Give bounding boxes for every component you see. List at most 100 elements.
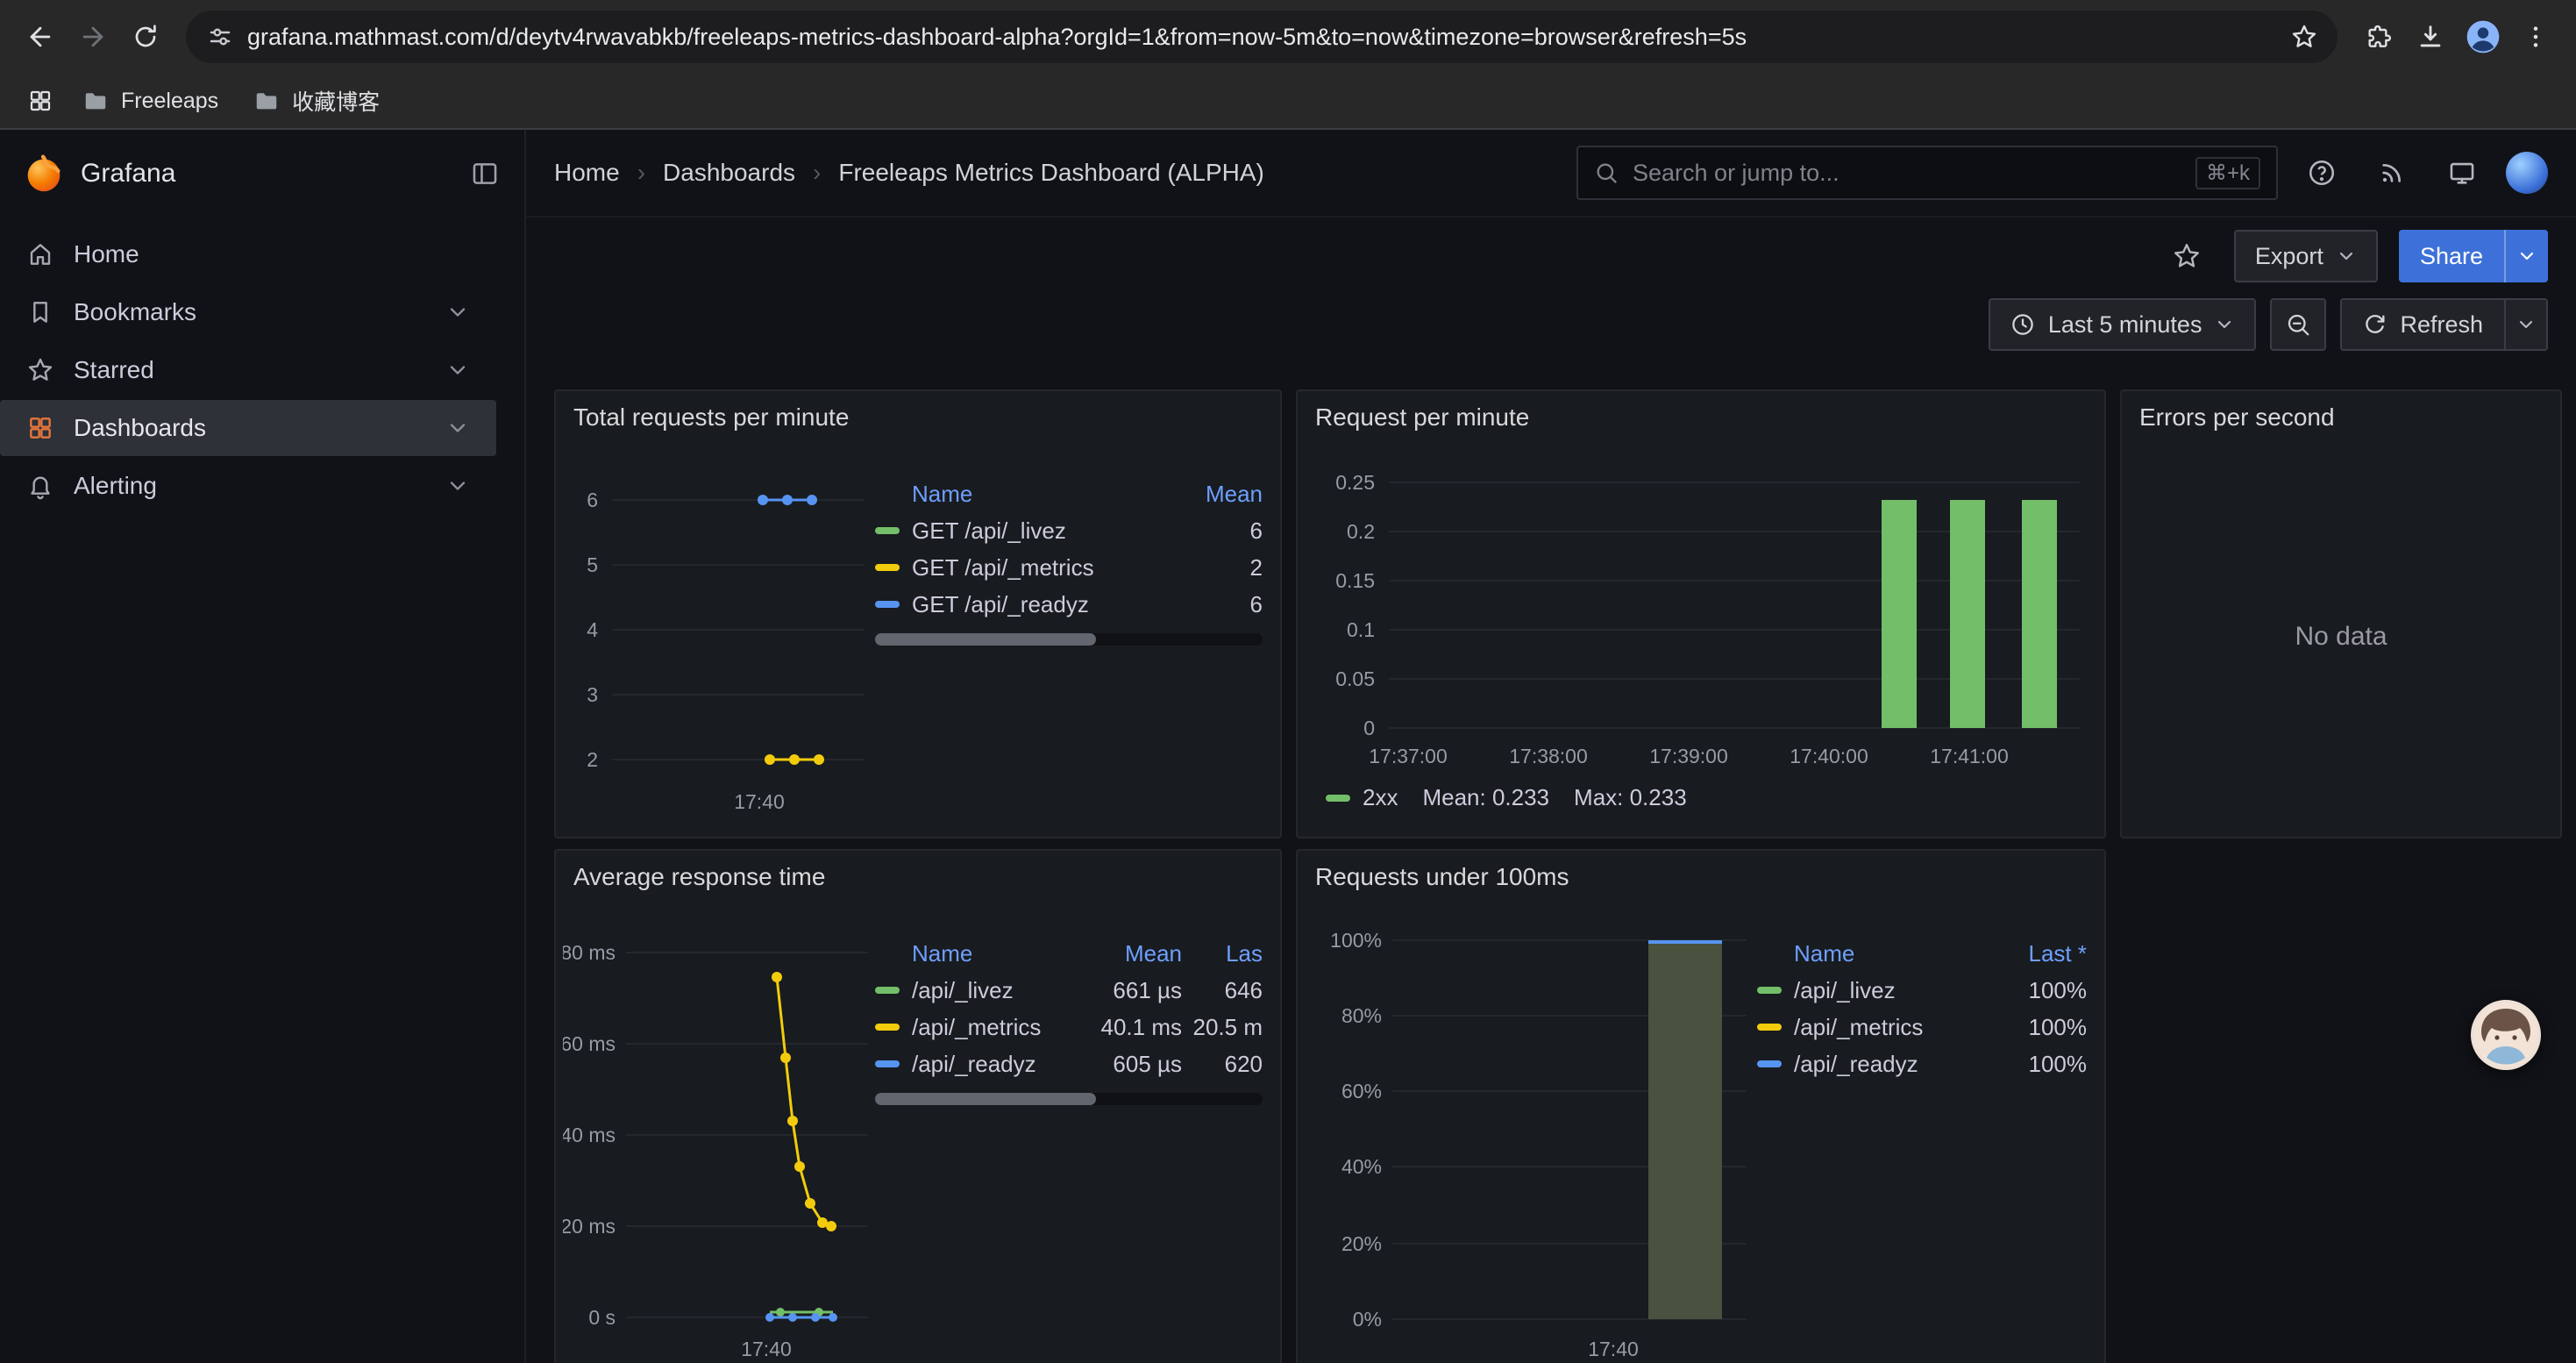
series-color-swatch — [875, 564, 900, 571]
legend-header-row: Name Mean — [875, 475, 1263, 512]
y-tick: 0 — [1363, 717, 1375, 739]
search-bar[interactable]: ⌘+k — [1576, 146, 2278, 200]
series-color-swatch — [875, 601, 900, 608]
profile-button[interactable] — [2457, 11, 2509, 63]
url-bar[interactable]: grafana.mathmast.com/d/deytv4rwavabkb/fr… — [186, 11, 2338, 63]
bookmark-label: 收藏博客 — [292, 85, 380, 117]
bookmark-item-freeleaps[interactable]: Freeleaps — [67, 82, 234, 119]
sidebar-header: Grafana — [0, 130, 524, 218]
legend-mean-value: 6 — [1171, 517, 1263, 545]
star-icon — [2290, 23, 2318, 51]
chevron-down-icon[interactable] — [445, 300, 470, 325]
news-button[interactable] — [2366, 146, 2418, 199]
chevron-down-icon[interactable] — [445, 474, 470, 498]
y-tick: 0.25 — [1335, 471, 1375, 494]
downloads-button[interactable] — [2404, 11, 2457, 63]
refresh-main[interactable]: Refresh — [2340, 298, 2504, 351]
sidebar-item-dashboards[interactable]: Dashboards — [0, 400, 496, 456]
sidebar-item-starred[interactable]: Starred — [0, 342, 496, 398]
chevron-down-icon[interactable] — [445, 358, 470, 382]
favorite-dashboard-button[interactable] — [2160, 230, 2213, 282]
brand-name: Grafana — [81, 159, 175, 189]
breadcrumb-dashboards[interactable]: Dashboards — [663, 159, 795, 187]
assistant-avatar-button[interactable] — [2471, 1000, 2541, 1070]
legend-mean: Mean: 0.233 — [1422, 784, 1549, 811]
download-icon — [2416, 22, 2445, 52]
legend-header-last[interactable]: Las — [1182, 940, 1263, 967]
y-tick: 60% — [1341, 1080, 1382, 1103]
panel-body: 0.25 0.2 0.15 0.1 0.05 0 17:37:00 17:38:… — [1298, 437, 2104, 837]
sidebar: Grafana Home Bookmarks Starred — [0, 130, 526, 1363]
sidebar-item-alerting[interactable]: Alerting — [0, 458, 496, 514]
chevron-down-icon[interactable] — [445, 416, 470, 440]
share-menu-button[interactable] — [2504, 230, 2548, 282]
panel-title[interactable]: Requests under 100ms — [1298, 851, 2104, 896]
panel-title[interactable]: Total requests per minute — [556, 391, 1280, 437]
bookmark-item-blog[interactable]: 收藏博客 — [238, 80, 395, 122]
legend-last-value: 100% — [1989, 977, 2087, 1004]
zoom-out-button[interactable] — [2270, 298, 2326, 351]
browser-menu-button[interactable] — [2509, 11, 2562, 63]
breadcrumb-home[interactable]: Home — [554, 159, 620, 187]
y-tick: 0.05 — [1335, 667, 1375, 690]
rss-icon — [2378, 159, 2406, 187]
search-shortcut: ⌘+k — [2195, 157, 2260, 189]
legend-series-name: /api/_livez — [1794, 977, 1896, 1004]
sidebar-item-bookmarks[interactable]: Bookmarks — [0, 284, 496, 340]
refresh-interval-button[interactable] — [2504, 298, 2548, 351]
y-tick: 80% — [1341, 1004, 1382, 1027]
sidebar-nav: Home Bookmarks Starred Dashboards — [0, 218, 524, 516]
panel-title[interactable]: Average response time — [556, 851, 1280, 896]
sidebar-dock-toggle[interactable] — [470, 159, 500, 189]
star-icon — [2172, 241, 2202, 271]
reload-button[interactable] — [119, 11, 172, 63]
y-tick: 0.2 — [1347, 520, 1375, 543]
search-input[interactable] — [1633, 160, 2181, 187]
user-avatar[interactable] — [2506, 152, 2548, 194]
time-range-picker[interactable]: Last 5 minutes — [1989, 298, 2257, 351]
panel-errors-per-second: Errors per second No data — [2120, 389, 2562, 838]
home-icon — [26, 240, 54, 268]
grafana-header: Home › Dashboards › Freeleaps Metrics Da… — [526, 130, 2576, 218]
legend-header-name[interactable]: Name — [875, 481, 1171, 508]
refresh-button[interactable]: Refresh — [2340, 298, 2548, 351]
bookmark-page-button[interactable] — [2281, 14, 2327, 60]
legend-header-last[interactable]: Last * — [1989, 940, 2087, 967]
back-button[interactable] — [14, 11, 67, 63]
legend-horizontal-scrollbar[interactable] — [875, 633, 1263, 646]
legend-header-mean[interactable]: Mean — [1171, 481, 1263, 508]
panel-title[interactable]: Errors per second — [2122, 391, 2560, 437]
legend-last-value: 646 — [1182, 977, 1263, 1004]
export-button[interactable]: Export — [2234, 230, 2378, 282]
scrollbar-thumb[interactable] — [875, 1093, 1096, 1105]
kebab-menu-icon — [2522, 23, 2550, 51]
legend-series-name: /api/_livez — [912, 977, 1014, 1004]
apps-button[interactable] — [18, 78, 63, 124]
time-range-label: Last 5 minutes — [2048, 311, 2202, 339]
scrollbar-thumb[interactable] — [875, 633, 1096, 646]
breadcrumb-current: Freeleaps Metrics Dashboard (ALPHA) — [838, 159, 1264, 187]
display-button[interactable] — [2436, 146, 2488, 199]
share-button[interactable]: Share — [2399, 230, 2548, 282]
sidebar-item-home[interactable]: Home — [0, 226, 496, 282]
x-tick: 17:39:00 — [1649, 745, 1728, 767]
forward-button[interactable] — [67, 11, 119, 63]
panel-title[interactable]: Request per minute — [1298, 391, 2104, 437]
bookmark-label: Freeleaps — [121, 89, 218, 114]
legend-last-value: 100% — [1989, 1014, 2087, 1041]
extensions-button[interactable] — [2352, 11, 2404, 63]
share-main[interactable]: Share — [2399, 230, 2504, 282]
legend-header-name[interactable]: Name — [875, 940, 1077, 967]
help-button[interactable] — [2295, 146, 2348, 199]
legend-header-name[interactable]: Name — [1757, 940, 1989, 967]
legend-mean-value: 661 µs — [1077, 977, 1182, 1004]
legend-horizontal-scrollbar[interactable] — [875, 1093, 1263, 1105]
legend-mean-value: 605 µs — [1077, 1051, 1182, 1078]
legend-max: Max: 0.233 — [1574, 784, 1687, 811]
legend-series[interactable]: 2xx — [1326, 784, 1398, 811]
grafana-logo[interactable] — [25, 154, 63, 193]
zoom-out-icon — [2285, 311, 2311, 338]
legend-header-mean[interactable]: Mean — [1077, 940, 1182, 967]
legend-table: Name Mean GET /api/_livez 6 GET /api/_me… — [875, 437, 1263, 826]
browser-toolbar: grafana.mathmast.com/d/deytv4rwavabkb/fr… — [0, 0, 2576, 74]
